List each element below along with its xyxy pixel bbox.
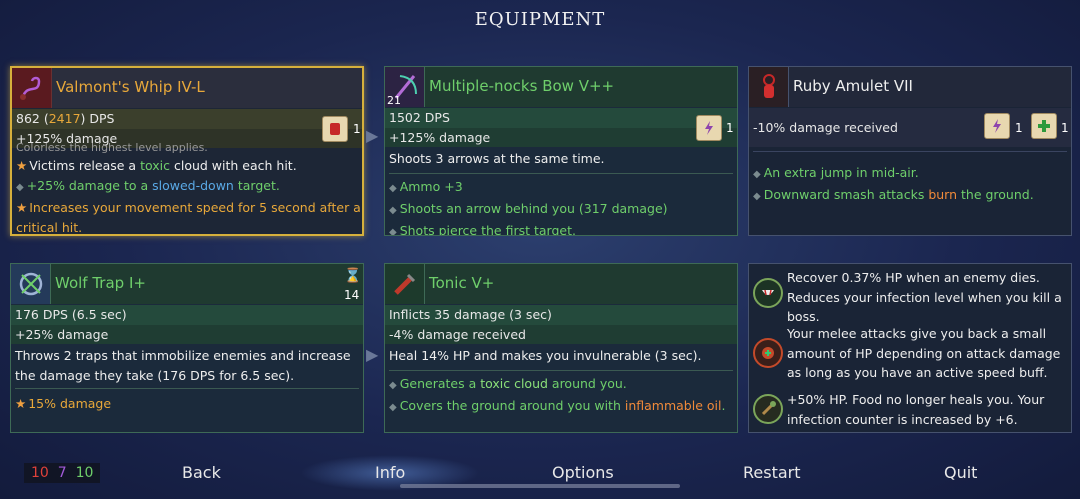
mutation-entry[interactable]: +50% HP. Food no longer heals you. Your …: [751, 388, 1069, 432]
scroll-stats: 10 7 10: [24, 463, 101, 483]
tonic-affix-2: ◆ Covers the ground around you with infla…: [389, 398, 726, 413]
footer-menu: 10 7 10 Back Info Options Restart Quit: [0, 455, 1080, 499]
wolf-trap-name: Wolf Trap I+: [55, 274, 146, 292]
wolf-trap-description: Throws 2 traps that immobilize enemies a…: [15, 348, 351, 383]
mutation-text: Recover 0.37% HP when an enemy dies. Red…: [787, 270, 1062, 324]
amulet-stat: -10% damage received: [749, 108, 1071, 147]
survival-count: 10: [75, 465, 94, 481]
swap-arrow-icon: ▶: [366, 345, 379, 364]
tactics-scroll-icon: [696, 115, 722, 141]
tonic-icon: [385, 264, 425, 304]
hourglass-icon: ⌛: [344, 268, 362, 284]
bow-affix-2: ◆ Shoots an arrow behind you (317 damage): [389, 201, 668, 216]
whip-affix-3b: critical hit.: [16, 220, 83, 235]
card-wolf-trap[interactable]: Wolf Trap I+ ⌛ 14 176 DPS (6.5 sec) +25%…: [10, 263, 364, 433]
mutation-entry[interactable]: Recover 0.37% HP when an enemy dies. Red…: [751, 268, 1069, 326]
amulet-scroll2-count: 1: [1061, 121, 1069, 135]
tactics-scroll-icon: [984, 113, 1010, 139]
divider: [753, 151, 1067, 152]
info-button[interactable]: Info: [375, 463, 405, 482]
tonic-description: Heal 14% HP and makes you invulnerable (…: [389, 348, 702, 363]
amulet-name: Ruby Amulet VII: [793, 77, 913, 95]
tonic-stat-1: Inflicts 35 damage (3 sec): [385, 305, 737, 325]
bow-name: Multiple-nocks Bow V++: [429, 77, 615, 95]
divider: [15, 388, 359, 389]
vampire-mutation-icon: [753, 278, 783, 308]
wolf-trap-affix-1: ★ 15% damage: [15, 396, 112, 411]
quit-button[interactable]: Quit: [944, 463, 977, 482]
options-button[interactable]: Options: [552, 463, 614, 482]
amulet-icon: [749, 67, 789, 107]
brutality-scroll-icon: [322, 116, 348, 142]
wolf-trap-icon: [11, 264, 51, 304]
bow-icon: 21: [385, 67, 425, 107]
swap-arrow-icon: ▶: [366, 126, 379, 145]
mutations-panel: Recover 0.37% HP when an enemy dies. Red…: [748, 263, 1072, 433]
brutality-count: 10: [31, 465, 49, 481]
amulet-affix-2: ◆ Downward smash attacks burn the ground.: [753, 187, 1034, 202]
tactics-count: 7: [57, 465, 67, 481]
card-bow[interactable]: 21 Multiple-nocks Bow V++ 1502 DPS +125%…: [384, 66, 738, 236]
restart-button[interactable]: Restart: [743, 463, 801, 482]
whip-partial-text: Colorless the highest level applies.: [16, 143, 208, 153]
wolf-trap-damage: +25% damage: [11, 325, 363, 344]
whip-affix-1: ★ Victims release a toxic cloud with each…: [16, 158, 297, 173]
whip-name: Valmont's Whip IV-L: [56, 78, 205, 96]
amulet-affix-1: ◆ An extra jump in mid-air.: [753, 165, 919, 180]
bow-scroll-count: 1: [726, 121, 734, 135]
bow-level: 21: [387, 94, 401, 107]
whip-affix-3: ★ Increases your movement speed for 5 sec…: [16, 200, 361, 215]
food-mutation-icon: [753, 394, 783, 424]
card-whip[interactable]: Valmont's Whip IV-L 862 (2417) DPS +125%…: [10, 66, 364, 236]
wolf-trap-dps: 176 DPS (6.5 sec): [11, 305, 363, 325]
back-button[interactable]: Back: [182, 463, 221, 482]
mutation-text: Your melee attacks give you back a small…: [787, 326, 1061, 380]
bow-affix-1: ◆ Ammo +3: [389, 179, 463, 194]
mutation-entry[interactable]: Your melee attacks give you back a small…: [751, 326, 1069, 386]
whip-dps: 862 (2417) DPS: [12, 109, 362, 129]
divider: [389, 173, 733, 174]
home-indicator: [400, 484, 680, 488]
bow-dps: 1502 DPS: [385, 108, 737, 128]
tonic-name: Tonic V+: [429, 274, 495, 292]
page-title: EQUIPMENT: [474, 9, 606, 30]
mutation-text: +50% HP. Food no longer heals you. Your …: [787, 392, 1045, 427]
divider: [389, 370, 733, 371]
bow-description: Shoots 3 arrows at the same time.: [389, 151, 605, 166]
amulet-scroll1-count: 1: [1015, 121, 1023, 135]
tonic-affix-1: ◆ Generates a toxic cloud around you.: [389, 376, 627, 391]
bow-damage: +125% damage: [385, 128, 737, 147]
melee-heal-mutation-icon: [753, 338, 783, 368]
tonic-stat-2: -4% damage received: [385, 325, 737, 344]
wolf-trap-cooldown: 14: [344, 288, 360, 302]
card-amulet[interactable]: Ruby Amulet VII -10% damage received 1 1…: [748, 66, 1072, 236]
whip-affix-2: ◆ +25% damage to a slowed-down target.: [16, 178, 280, 193]
survival-scroll-icon: [1031, 113, 1057, 139]
bow-affix-3: ◆ Shots pierce the first target.: [389, 223, 576, 236]
whip-scroll-count: 1: [353, 122, 361, 136]
card-tonic[interactable]: Tonic V+ Inflicts 35 damage (3 sec) -4% …: [384, 263, 738, 433]
whip-icon: [12, 68, 52, 108]
